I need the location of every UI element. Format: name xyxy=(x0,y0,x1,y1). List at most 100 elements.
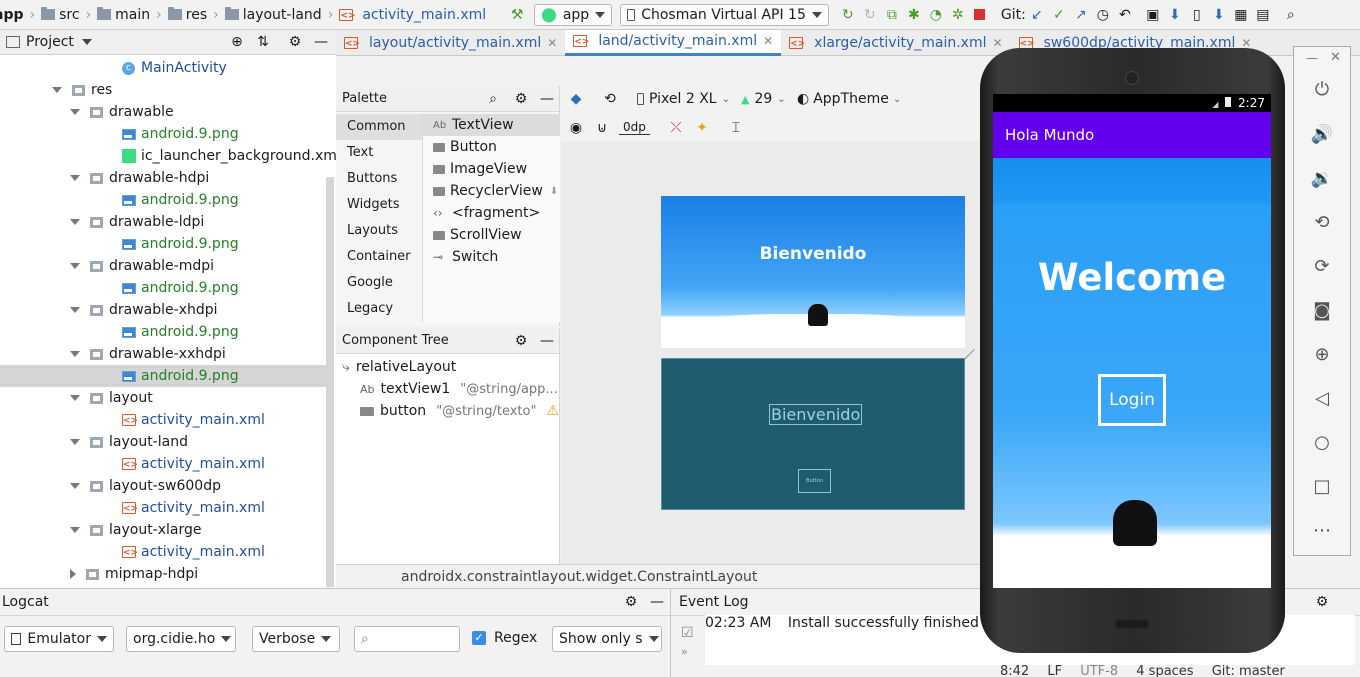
close-tab-icon[interactable]: ✕ xyxy=(993,36,1003,50)
volume-down-icon[interactable]: 🔉 xyxy=(1310,166,1334,190)
home-icon[interactable]: ○ xyxy=(1310,430,1334,454)
collapse-arrow-icon[interactable] xyxy=(70,307,80,313)
project-title[interactable]: Project xyxy=(26,34,74,50)
zoom-icon[interactable]: ⊕ xyxy=(1310,342,1334,366)
git-branch[interactable]: Git: master xyxy=(1212,664,1285,677)
tree-item[interactable]: android.9.png xyxy=(0,365,330,387)
api-dropdown[interactable]: ▲ 29 ⌄ xyxy=(741,91,786,107)
breadcrumb-app[interactable]: app xyxy=(0,7,24,23)
chevron-down-icon[interactable] xyxy=(81,39,92,45)
search-icon[interactable]: ⌕ xyxy=(482,88,504,110)
palette-item[interactable]: ⊸ Switch xyxy=(423,246,560,268)
avd-manager-icon[interactable]: ▯ xyxy=(1186,4,1208,26)
device-select[interactable]: Chosman Virtual API 15 xyxy=(620,3,829,26)
power-icon[interactable]: ⏻ xyxy=(1310,77,1334,101)
logcat-level-select[interactable]: Verbose xyxy=(252,626,340,652)
logcat-search-input[interactable]: ⌕ xyxy=(354,626,460,652)
breadcrumb-main[interactable]: main xyxy=(115,7,150,23)
tree-item[interactable]: android.9.png xyxy=(0,123,239,145)
tree-item[interactable]: android.9.png xyxy=(0,233,239,255)
profile-icon[interactable]: ◔ xyxy=(925,4,947,26)
tree-item[interactable]: drawable-mdpi xyxy=(0,255,214,277)
collapse-arrow-icon[interactable] xyxy=(70,109,80,115)
run-config-select[interactable]: ⬤ app xyxy=(534,3,613,26)
breadcrumb-src[interactable]: src xyxy=(59,7,79,23)
warning-icon[interactable]: ⚠ xyxy=(546,403,559,419)
default-margin-field[interactable]: 0dp xyxy=(619,120,650,135)
editor-tab[interactable]: <> xlarge/activity_main.xml ✕ xyxy=(781,30,1010,56)
attach-debugger-icon[interactable]: ✲ xyxy=(947,4,969,26)
tree-item[interactable]: mipmap-hdpi xyxy=(0,563,198,585)
tree-item[interactable]: <> activity_main.xml xyxy=(0,541,265,563)
gear-icon[interactable]: ⚙ xyxy=(510,88,532,110)
blueprint-title[interactable]: Bienvenido xyxy=(769,404,863,425)
tree-item[interactable]: layout-land xyxy=(0,431,188,453)
minimize-icon[interactable]: — xyxy=(310,31,332,53)
device-dropdown[interactable]: Pixel 2 XL ⌄ xyxy=(637,91,730,107)
collapse-all-icon[interactable]: ⇅ xyxy=(252,31,274,53)
eye-icon[interactable]: ◉ xyxy=(565,117,587,139)
debug-icon[interactable]: ✱ xyxy=(903,4,925,26)
collapse-arrow-icon[interactable] xyxy=(52,87,62,93)
editor-tab[interactable]: <> layout/activity_main.xml ✕ xyxy=(336,30,565,56)
stop-icon[interactable] xyxy=(969,4,991,26)
git-push-icon[interactable]: ↗ xyxy=(1070,4,1092,26)
palette-category[interactable]: Legacy xyxy=(336,296,422,322)
infer-constraints-icon[interactable]: ✦ xyxy=(691,117,713,139)
line-separator[interactable]: LF xyxy=(1047,664,1062,677)
more-icon[interactable]: ⋯ xyxy=(1310,518,1334,542)
minimize-icon[interactable]: — xyxy=(536,330,558,352)
download-icon[interactable]: ⬇ xyxy=(550,186,558,197)
tree-item[interactable]: res xyxy=(0,79,112,101)
history-icon[interactable]: ◷ xyxy=(1092,4,1114,26)
collapse-arrow-icon[interactable] xyxy=(70,527,80,533)
palette-item[interactable]: ImageView xyxy=(423,158,560,180)
magnet-icon[interactable]: ⊍ xyxy=(591,117,613,139)
palette-category[interactable]: Layouts xyxy=(336,218,422,244)
overview-icon[interactable]: □ xyxy=(1310,474,1334,498)
login-button[interactable]: Login xyxy=(1098,374,1166,426)
rotate-left-icon[interactable]: ⟲ xyxy=(1310,210,1334,234)
breadcrumb-res[interactable]: res xyxy=(186,7,207,23)
gear-icon[interactable]: ⚙ xyxy=(1311,591,1333,613)
tree-item[interactable]: drawable-ldpi xyxy=(0,211,204,233)
tree-item[interactable]: <> activity_main.xml xyxy=(0,497,265,519)
tree-node-button[interactable]: button "@string/texto" ⚠ xyxy=(360,400,559,422)
minimize-icon[interactable]: — xyxy=(646,591,668,613)
search-icon[interactable]: ⌕ xyxy=(1280,4,1302,26)
apply-code-changes-icon[interactable]: ↻ xyxy=(859,4,881,26)
palette-category[interactable]: Text xyxy=(336,140,422,166)
tree-item[interactable]: <> activity_main.xml xyxy=(0,453,265,475)
volume-up-icon[interactable]: 🔊 xyxy=(1310,122,1334,146)
tree-item[interactable]: layout xyxy=(0,387,153,409)
collapse-arrow-icon[interactable] xyxy=(70,483,80,489)
palette-category[interactable]: Google xyxy=(336,270,422,296)
logcat-package-select[interactable]: org.cidie.ho xyxy=(126,626,236,652)
palette-category[interactable]: Common xyxy=(336,114,422,140)
expand-icon[interactable]: » xyxy=(681,645,688,658)
tree-item[interactable]: <> activity_main.xml xyxy=(0,409,265,431)
logcat-filter-select[interactable]: Show only s xyxy=(552,626,662,652)
palette-item[interactable]: ‹› <fragment> xyxy=(423,202,560,224)
rotate-right-icon[interactable]: ⟳ xyxy=(1310,254,1334,278)
cursor-position[interactable]: 8:42 xyxy=(1000,664,1029,677)
sdk-manager-icon[interactable]: ⬇ xyxy=(1208,4,1230,26)
tree-root-relative-layout[interactable]: ⤷ relativeLayout xyxy=(342,356,456,378)
sync-gradle-icon[interactable]: ⬇ xyxy=(1164,4,1186,26)
palette-item[interactable]: RecyclerView ⬇ xyxy=(423,180,560,202)
clear-constraints-icon[interactable]: ⤬ xyxy=(665,117,687,139)
camera-icon[interactable]: ◙ xyxy=(1310,298,1334,322)
collapse-arrow-icon[interactable] xyxy=(70,175,80,181)
back-icon[interactable]: ◁ xyxy=(1310,386,1334,410)
guidelines-icon[interactable]: ⌶ xyxy=(725,117,747,139)
collapse-arrow-icon[interactable] xyxy=(70,219,80,225)
tree-item[interactable]: android.9.png xyxy=(0,321,239,343)
palette-category[interactable]: Container xyxy=(336,244,422,270)
git-update-icon[interactable]: ↙ xyxy=(1026,4,1048,26)
run-tests-icon[interactable]: ⧉ xyxy=(881,4,903,26)
tree-item[interactable]: drawable-xhdpi xyxy=(0,299,218,321)
apply-changes-icon[interactable]: ↻ xyxy=(837,4,859,26)
breadcrumb-layout-land[interactable]: layout-land xyxy=(243,7,322,23)
git-commit-icon[interactable]: ✓ xyxy=(1048,4,1070,26)
palette-item[interactable]: Ab TextView xyxy=(423,114,560,136)
